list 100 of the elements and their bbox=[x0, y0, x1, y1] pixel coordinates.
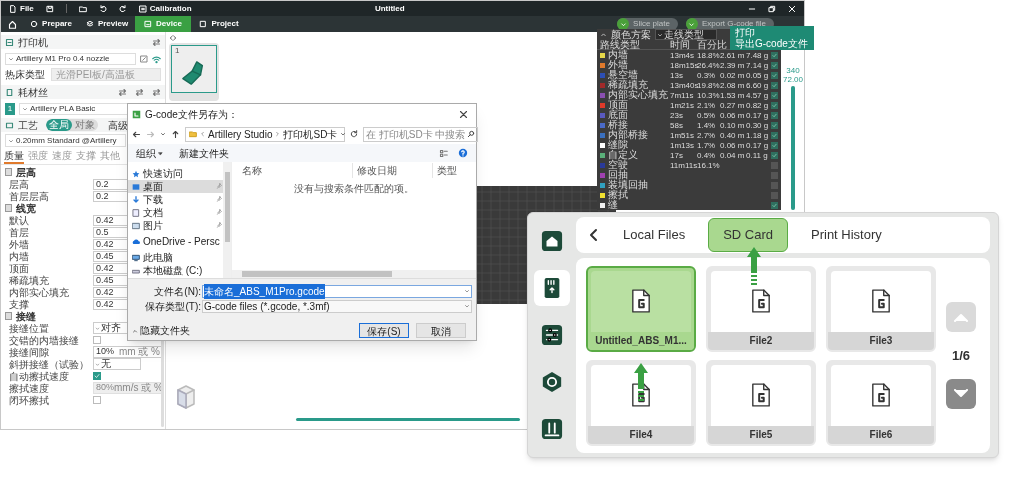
checkbox[interactable] bbox=[771, 171, 778, 179]
cancel-button[interactable]: 取消 bbox=[416, 323, 466, 338]
legend-value: 0.10 m bbox=[720, 120, 746, 130]
refresh-icon[interactable] bbox=[350, 130, 358, 138]
breadcrumb[interactable]: Artillery Studio bbox=[208, 126, 273, 142]
legend-value: 1m13s bbox=[670, 140, 695, 150]
column-header[interactable]: 名称 bbox=[232, 162, 352, 178]
home-icon[interactable] bbox=[7, 19, 17, 29]
process-select[interactable]: 0.20mm Standard @Artillery bbox=[5, 134, 126, 147]
breadcrumb[interactable]: 打印机SD卡 bbox=[283, 126, 338, 142]
action-button[interactable]: Slice plate bbox=[617, 18, 678, 30]
checkbox[interactable] bbox=[771, 101, 778, 109]
back-icon[interactable] bbox=[132, 129, 141, 139]
plate-number: 1 bbox=[175, 47, 180, 55]
forward-icon[interactable] bbox=[146, 129, 155, 139]
view-cube-icon[interactable] bbox=[176, 384, 196, 410]
value-select[interactable]: 无 bbox=[93, 358, 141, 370]
checkbox[interactable] bbox=[771, 201, 778, 209]
new-folder-button[interactable]: 新建文件夹 bbox=[179, 145, 229, 161]
collapse-icon[interactable] bbox=[600, 31, 607, 38]
pin-icon bbox=[216, 183, 222, 189]
nav-icon bbox=[132, 182, 140, 191]
file-type-select[interactable]: G-code files (*.gcode, *.3mf) bbox=[202, 299, 472, 313]
calibration-menu[interactable]: Calibration bbox=[149, 2, 192, 15]
tab[interactable]: SD Card bbox=[708, 218, 788, 252]
scrollbar[interactable] bbox=[223, 162, 231, 278]
wifi-icon[interactable] bbox=[152, 54, 161, 64]
file-card[interactable]: File6 bbox=[826, 359, 936, 446]
address-bar[interactable]: Artillery Studio 打印机SD卡 bbox=[185, 126, 345, 142]
nav-button[interactable] bbox=[534, 269, 570, 306]
printer-select[interactable]: Artillery M1 Pro 0.4 nozzle bbox=[5, 53, 136, 65]
file-menu[interactable]: File bbox=[20, 2, 34, 15]
checkbox[interactable] bbox=[771, 161, 778, 169]
nav-item[interactable]: 快速访问 bbox=[128, 167, 224, 180]
menu-item[interactable]: 导出G-code文件 bbox=[730, 38, 814, 49]
tab[interactable]: Print History bbox=[796, 218, 897, 252]
settings-tab[interactable]: 质量 bbox=[4, 149, 24, 164]
close-icon[interactable] bbox=[459, 109, 468, 119]
gcode-file-icon bbox=[871, 289, 891, 313]
back-icon[interactable] bbox=[588, 228, 600, 242]
folder-icon[interactable] bbox=[78, 4, 87, 13]
file-card[interactable]: File4 bbox=[586, 359, 696, 446]
checkbox[interactable] bbox=[771, 191, 778, 199]
layer-slider-track[interactable] bbox=[296, 418, 520, 421]
checkbox[interactable] bbox=[771, 131, 778, 139]
checkbox[interactable] bbox=[771, 91, 778, 99]
file-card[interactable]: Untitled_ABS_M1... bbox=[586, 265, 696, 352]
layer-slider[interactable] bbox=[791, 86, 795, 210]
edit-icon[interactable] bbox=[140, 55, 148, 63]
setting-label: 内墙 bbox=[9, 250, 30, 264]
file-card[interactable]: File2 bbox=[706, 265, 816, 352]
settings-icon[interactable] bbox=[152, 87, 161, 97]
redo-icon[interactable] bbox=[118, 4, 127, 13]
checkbox[interactable] bbox=[771, 141, 778, 149]
plate-thumbnail[interactable]: 1 bbox=[171, 45, 217, 93]
menu-item[interactable]: 打印 bbox=[730, 27, 814, 38]
restore-icon[interactable] bbox=[768, 4, 776, 13]
file-name-field[interactable]: 未命名_ABS_M1Pro.gcode bbox=[202, 284, 472, 298]
checkbox[interactable] bbox=[93, 372, 101, 380]
color-scheme-select[interactable]: 走线类型 bbox=[655, 29, 717, 40]
up-icon[interactable] bbox=[171, 129, 180, 139]
checkbox[interactable] bbox=[771, 61, 778, 69]
tab[interactable]: Preview bbox=[79, 16, 135, 32]
tab[interactable]: Prepare bbox=[23, 16, 79, 32]
file-card[interactable]: File3 bbox=[826, 265, 936, 352]
view-icon[interactable] bbox=[439, 148, 448, 158]
organize-button[interactable]: 组织 bbox=[136, 145, 163, 161]
file-card[interactable]: File5 bbox=[706, 359, 816, 446]
settings-icon[interactable] bbox=[152, 37, 161, 47]
column-header[interactable]: 类型 bbox=[432, 162, 476, 178]
checkbox[interactable] bbox=[771, 181, 778, 189]
help-icon[interactable] bbox=[458, 148, 468, 158]
checkbox[interactable] bbox=[771, 121, 778, 129]
tab[interactable]: Project bbox=[191, 16, 247, 32]
checkbox[interactable] bbox=[771, 81, 778, 89]
checkbox[interactable] bbox=[93, 336, 101, 344]
checkbox[interactable] bbox=[771, 151, 778, 159]
checkbox[interactable] bbox=[771, 51, 778, 59]
search-field[interactable]: 在 打印机SD卡 中搜索 bbox=[363, 126, 479, 142]
group-icon bbox=[5, 168, 12, 176]
scrollbar[interactable] bbox=[232, 270, 476, 278]
save-icon[interactable] bbox=[45, 4, 54, 13]
caret-icon bbox=[464, 288, 470, 294]
calibration-icon[interactable] bbox=[138, 4, 147, 13]
legend-value: 10.3% bbox=[697, 90, 720, 100]
legend-value: 2.39 m bbox=[720, 60, 746, 70]
checkbox[interactable] bbox=[771, 71, 778, 79]
checkbox[interactable] bbox=[93, 396, 101, 404]
page-down-button[interactable] bbox=[946, 379, 976, 410]
nav-item[interactable]: 桌面 bbox=[128, 180, 224, 193]
collapse-icon[interactable] bbox=[169, 34, 177, 42]
mode-toggle[interactable]: 全局 对象 bbox=[46, 119, 98, 131]
checkbox[interactable] bbox=[771, 111, 778, 119]
column-header[interactable]: 修改日期 bbox=[352, 162, 432, 178]
save-button[interactable]: 保存(S) bbox=[359, 323, 409, 338]
undo-icon[interactable] bbox=[98, 4, 107, 13]
tab[interactable]: Local Files bbox=[608, 218, 701, 252]
legend-label: 外墙 bbox=[608, 60, 628, 70]
legend-value: 0.40 m bbox=[720, 130, 746, 140]
caret-icon[interactable] bbox=[160, 131, 166, 137]
